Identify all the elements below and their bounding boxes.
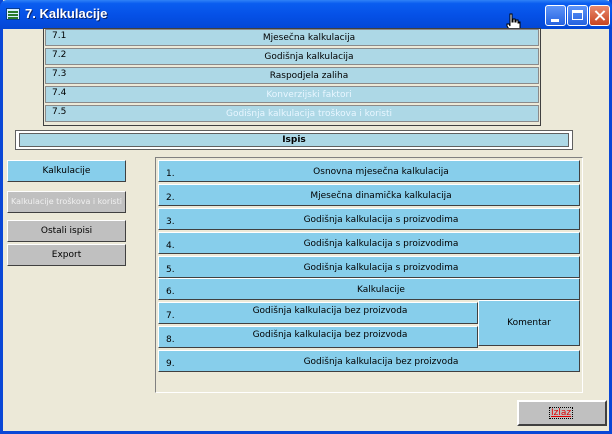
report-item-7[interactable]: 7. Godišnja kalkulacija bez proizvoda (158, 302, 478, 324)
menu-item-label: Godišnja kalkulacija troškova i koristi (225, 109, 393, 119)
report-item-6[interactable]: 6. Kalkulacije (158, 278, 580, 300)
report-label: Godišnja kalkulacija s proizvodima (303, 239, 459, 249)
report-list: 1. Osnovna mjesečna kalkulacija 2. Mjese… (155, 157, 583, 393)
menu-item-7-2[interactable]: 7.2 Godišnja kalkulacija (45, 48, 539, 65)
menu-item-7-3[interactable]: 7.3 Raspodjela zaliha (45, 67, 539, 84)
report-label: Kalkulacije (357, 285, 405, 295)
report-label: Godišnja kalkulacija s proizvodima (303, 215, 459, 225)
report-number: 2. (166, 193, 175, 203)
report-label: Godišnja kalkulacija bez proizvoda (252, 330, 408, 340)
report-label: Godišnja kalkulacija s proizvodima (303, 263, 459, 273)
report-item-3[interactable]: 3. Godišnja kalkulacija s proizvodima (158, 208, 580, 230)
report-number: 9. (166, 359, 175, 369)
report-item-1[interactable]: 1. Osnovna mjesečna kalkulacija (158, 160, 580, 182)
report-number: 7. (166, 311, 175, 321)
report-label: Godišnja kalkulacija bez proizvoda (303, 357, 459, 367)
window-title: 7. Kalkulacije (25, 6, 108, 21)
calculation-menu: 7.1 Mjesečna kalkulacija 7.2 Godišnja ka… (43, 28, 541, 126)
menu-item-number: 7.1 (52, 31, 67, 41)
title-bar[interactable]: 7. Kalkulacije (0, 0, 612, 33)
other-reports-tab-button[interactable]: Ostali ispisi (7, 220, 126, 242)
menu-item-number: 7.3 (52, 69, 67, 79)
report-item-5[interactable]: 5. Godišnja kalkulacija s proizvodima (158, 256, 580, 278)
export-button[interactable]: Export (7, 244, 126, 266)
report-item-4[interactable]: 4. Godišnja kalkulacija s proizvodima (158, 232, 580, 254)
exit-button-label: Izlaz (549, 407, 574, 419)
report-label: Godišnja kalkulacija bez proizvoda (252, 306, 408, 316)
menu-item-number: 7.5 (52, 107, 67, 117)
komentar-button[interactable]: Komentar (478, 300, 580, 346)
report-number: 1. (166, 169, 175, 179)
menu-item-number: 7.4 (52, 88, 67, 98)
menu-item-7-5: 7.5 Godišnja kalkulacija troškova i kori… (45, 105, 539, 122)
report-number: 8. (166, 335, 175, 345)
menu-item-7-1[interactable]: 7.1 Mjesečna kalkulacija (45, 29, 539, 46)
maximize-button[interactable] (567, 5, 588, 26)
report-item-2[interactable]: 2. Mjesečna dinamička kalkulacija (158, 184, 580, 206)
exit-button[interactable]: Izlaz (517, 400, 607, 426)
minimize-button[interactable] (545, 5, 566, 26)
report-number: 4. (166, 241, 175, 251)
main-window: 7. Kalkulacije 7.1 Mjesečna kalkulacija … (0, 0, 612, 434)
report-number: 6. (166, 287, 175, 297)
report-item-9[interactable]: 9. Godišnja kalkulacija bez proizvoda (158, 350, 580, 372)
menu-item-7-4: 7.4 Konverzijski faktori (45, 86, 539, 103)
close-button[interactable] (589, 5, 610, 26)
app-window-icon (6, 8, 20, 20)
menu-item-label: Raspodjela zaliha (269, 71, 349, 81)
cost-benefit-tab-button: Kalkulacije troškova i koristi (7, 191, 126, 213)
report-label: Mjesečna dinamička kalkulacija (310, 191, 452, 201)
report-item-8[interactable]: 8. Godišnja kalkulacija bez proizvoda (158, 326, 478, 348)
kalkulacije-tab-button[interactable]: Kalkulacije (7, 160, 126, 182)
menu-item-label: Mjesečna kalkulacija (262, 33, 356, 43)
section-header-frame: Ispis (15, 130, 573, 150)
menu-item-number: 7.2 (52, 50, 67, 60)
section-header: Ispis (19, 133, 569, 147)
menu-item-label: Godišnja kalkulacija (264, 52, 354, 62)
report-label: Osnovna mjesečna kalkulacija (313, 167, 449, 177)
report-number: 5. (166, 265, 175, 275)
menu-item-label: Konverzijski faktori (266, 90, 352, 100)
report-number: 3. (166, 217, 175, 227)
